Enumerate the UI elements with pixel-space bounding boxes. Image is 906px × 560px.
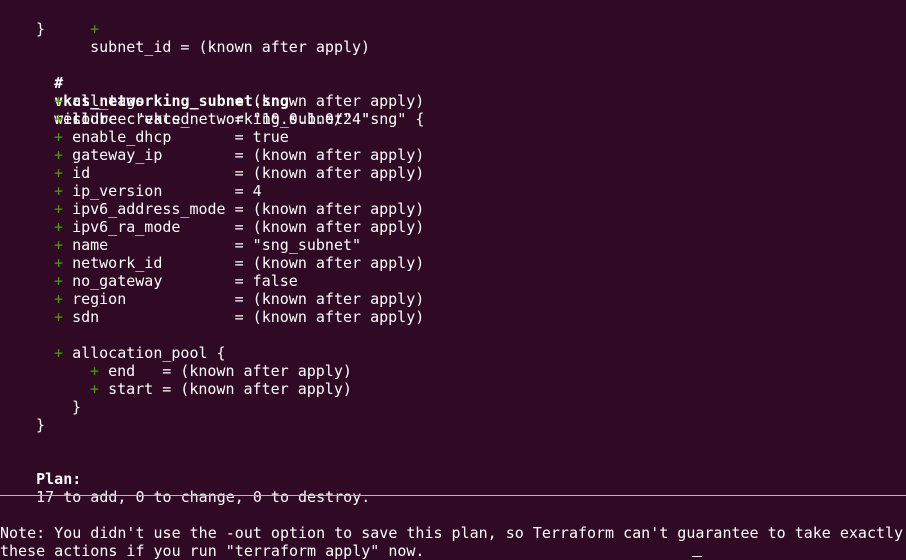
attribute-text: subnet_id = (known after apply) [90, 38, 371, 56]
plus-sign: + [54, 254, 64, 272]
plus-sign: + [54, 200, 64, 218]
attribute-line: + id = (known after apply) [54, 164, 424, 182]
plus-sign: + [90, 380, 100, 398]
plus-sign: + [54, 218, 64, 236]
attribute-line: + ip_version = 4 [54, 182, 262, 200]
pool-attribute-line: + start = (known after apply) [90, 380, 352, 398]
diff-line: + subnet_id = (known after apply) [54, 2, 370, 56]
attribute-text: name = "sng_subnet" [72, 236, 362, 254]
note-line-1: Note: You didn't use the -out option to … [0, 524, 904, 542]
attribute-line: + enable_dhcp = true [54, 128, 289, 146]
attribute-text: id = (known after apply) [72, 164, 425, 182]
attribute-text: network_id = (known after apply) [72, 254, 425, 272]
closing-brace: } [36, 20, 46, 38]
attribute-text: sdn = (known after apply) [72, 308, 425, 326]
resource-comment: # vkcs_networking_subnet.sng will be cre… [18, 56, 289, 128]
attribute-text: start = (known after apply) [108, 380, 352, 398]
attribute-text: no_gateway = false [72, 272, 298, 290]
text-cursor [692, 556, 702, 560]
pool-closing-brace: } [72, 398, 82, 416]
allocation-pool-open: + allocation_pool { [54, 344, 226, 362]
attribute-text: cidr = "10.0.1.0/24" [72, 110, 371, 128]
block-open-text: allocation_pool { [72, 344, 226, 362]
attribute-text: ip_version = 4 [72, 182, 262, 200]
resource-line: + resource "vkcs_networking_subnet" "sng… [18, 74, 424, 128]
attribute-line: + region = (known after apply) [54, 290, 424, 308]
attribute-line: + gateway_ip = (known after apply) [54, 146, 424, 164]
attribute-text: all_tags = (known after apply) [72, 92, 425, 110]
terminal-window[interactable]: + subnet_id = (known after apply) } # vk… [0, 0, 906, 560]
plus-sign: + [54, 146, 64, 164]
plus-sign: + [54, 164, 64, 182]
attribute-text: ipv6_address_mode = (known after apply) [72, 200, 425, 218]
attribute-line: + ipv6_address_mode = (known after apply… [54, 200, 424, 218]
attribute-line: + name = "sng_subnet" [54, 236, 361, 254]
attribute-line: + no_gateway = false [54, 272, 298, 290]
plus-sign: + [54, 128, 64, 146]
plus-sign: + [54, 182, 64, 200]
attribute-line: + cidr = "10.0.1.0/24" [54, 110, 370, 128]
plus-sign: + [54, 308, 64, 326]
plan-label: Plan: [36, 470, 82, 488]
attribute-text: enable_dhcp = true [72, 128, 289, 146]
plan-text: 17 to add, 0 to change, 0 to destroy. [36, 488, 371, 506]
attribute-line: + sdn = (known after apply) [54, 308, 424, 326]
plus-sign: + [54, 92, 64, 110]
resource-closing-brace: } [36, 416, 46, 434]
divider [0, 495, 906, 496]
plus-sign: + [54, 236, 64, 254]
plus-sign: + [54, 110, 64, 128]
attribute-text: ipv6_ra_mode = (known after apply) [72, 218, 425, 236]
plan-summary: Plan: 17 to add, 0 to change, 0 to destr… [0, 452, 370, 506]
attribute-line: + all_tags = (known after apply) [54, 92, 424, 110]
attribute-line: + network_id = (known after apply) [54, 254, 424, 272]
plus-sign: + [90, 362, 100, 380]
plus-sign: + [54, 344, 64, 362]
pool-attribute-line: + end = (known after apply) [90, 362, 352, 380]
plus-sign: + [54, 290, 64, 308]
note-line-2: these actions if you run "terraform appl… [0, 542, 425, 560]
attribute-text: gateway_ip = (known after apply) [72, 146, 425, 164]
plus-sign: + [54, 272, 64, 290]
attribute-text: end = (known after apply) [108, 362, 352, 380]
attribute-line: + ipv6_ra_mode = (known after apply) [54, 218, 424, 236]
plus-sign: + [90, 20, 100, 38]
attribute-text: region = (known after apply) [72, 290, 425, 308]
